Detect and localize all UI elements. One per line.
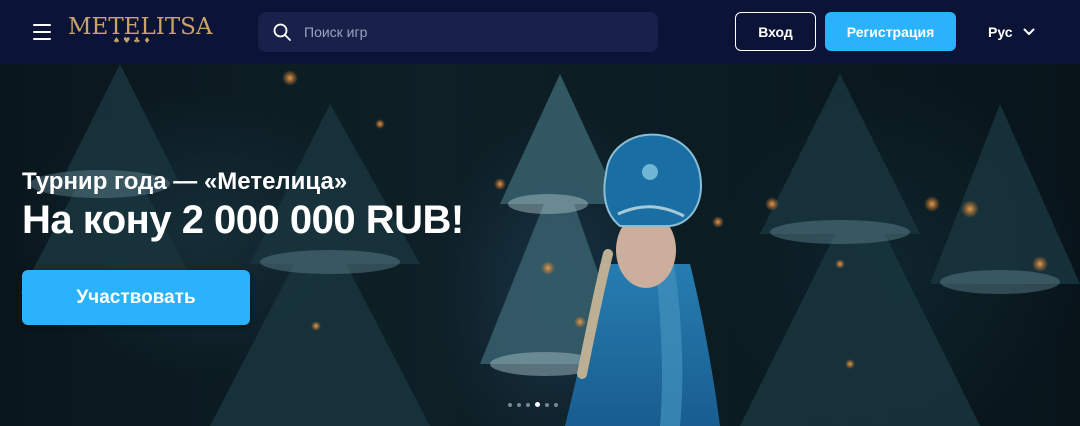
language-label: Рус bbox=[988, 24, 1013, 40]
hamburger-menu-icon[interactable] bbox=[28, 20, 56, 44]
carousel-dot[interactable] bbox=[517, 402, 521, 407]
hero-banner[interactable]: Турнир года — «Метелица» На кону 2 000 0… bbox=[0, 64, 1080, 426]
language-selector[interactable]: Рус bbox=[988, 20, 1035, 44]
carousel-dot[interactable] bbox=[535, 402, 540, 407]
search-input[interactable] bbox=[304, 24, 644, 40]
logo-suits: ♠♥♣♦ bbox=[112, 36, 154, 45]
carousel-dot[interactable] bbox=[508, 402, 512, 407]
carousel-pagination bbox=[508, 402, 558, 407]
chevron-down-icon bbox=[1023, 28, 1035, 35]
login-button[interactable]: Вход bbox=[735, 12, 816, 51]
participate-button[interactable]: Участвовать bbox=[22, 270, 250, 325]
carousel-dot[interactable] bbox=[545, 402, 549, 407]
hero-subtitle: Турнир года — «Метелица» bbox=[22, 168, 348, 195]
hero-background-image bbox=[0, 64, 1080, 426]
search-icon bbox=[273, 23, 291, 41]
logo[interactable]: METELITSA ♠♥♣♦ bbox=[68, 14, 213, 54]
hero-title: На кону 2 000 000 RUB! bbox=[22, 198, 464, 242]
carousel-dot[interactable] bbox=[554, 402, 558, 407]
register-button[interactable]: Регистрация bbox=[825, 12, 956, 51]
carousel-dot[interactable] bbox=[526, 402, 530, 407]
top-header: METELITSA ♠♥♣♦ Вход Регистрация Рус bbox=[0, 0, 1080, 64]
search-box[interactable] bbox=[258, 12, 658, 52]
